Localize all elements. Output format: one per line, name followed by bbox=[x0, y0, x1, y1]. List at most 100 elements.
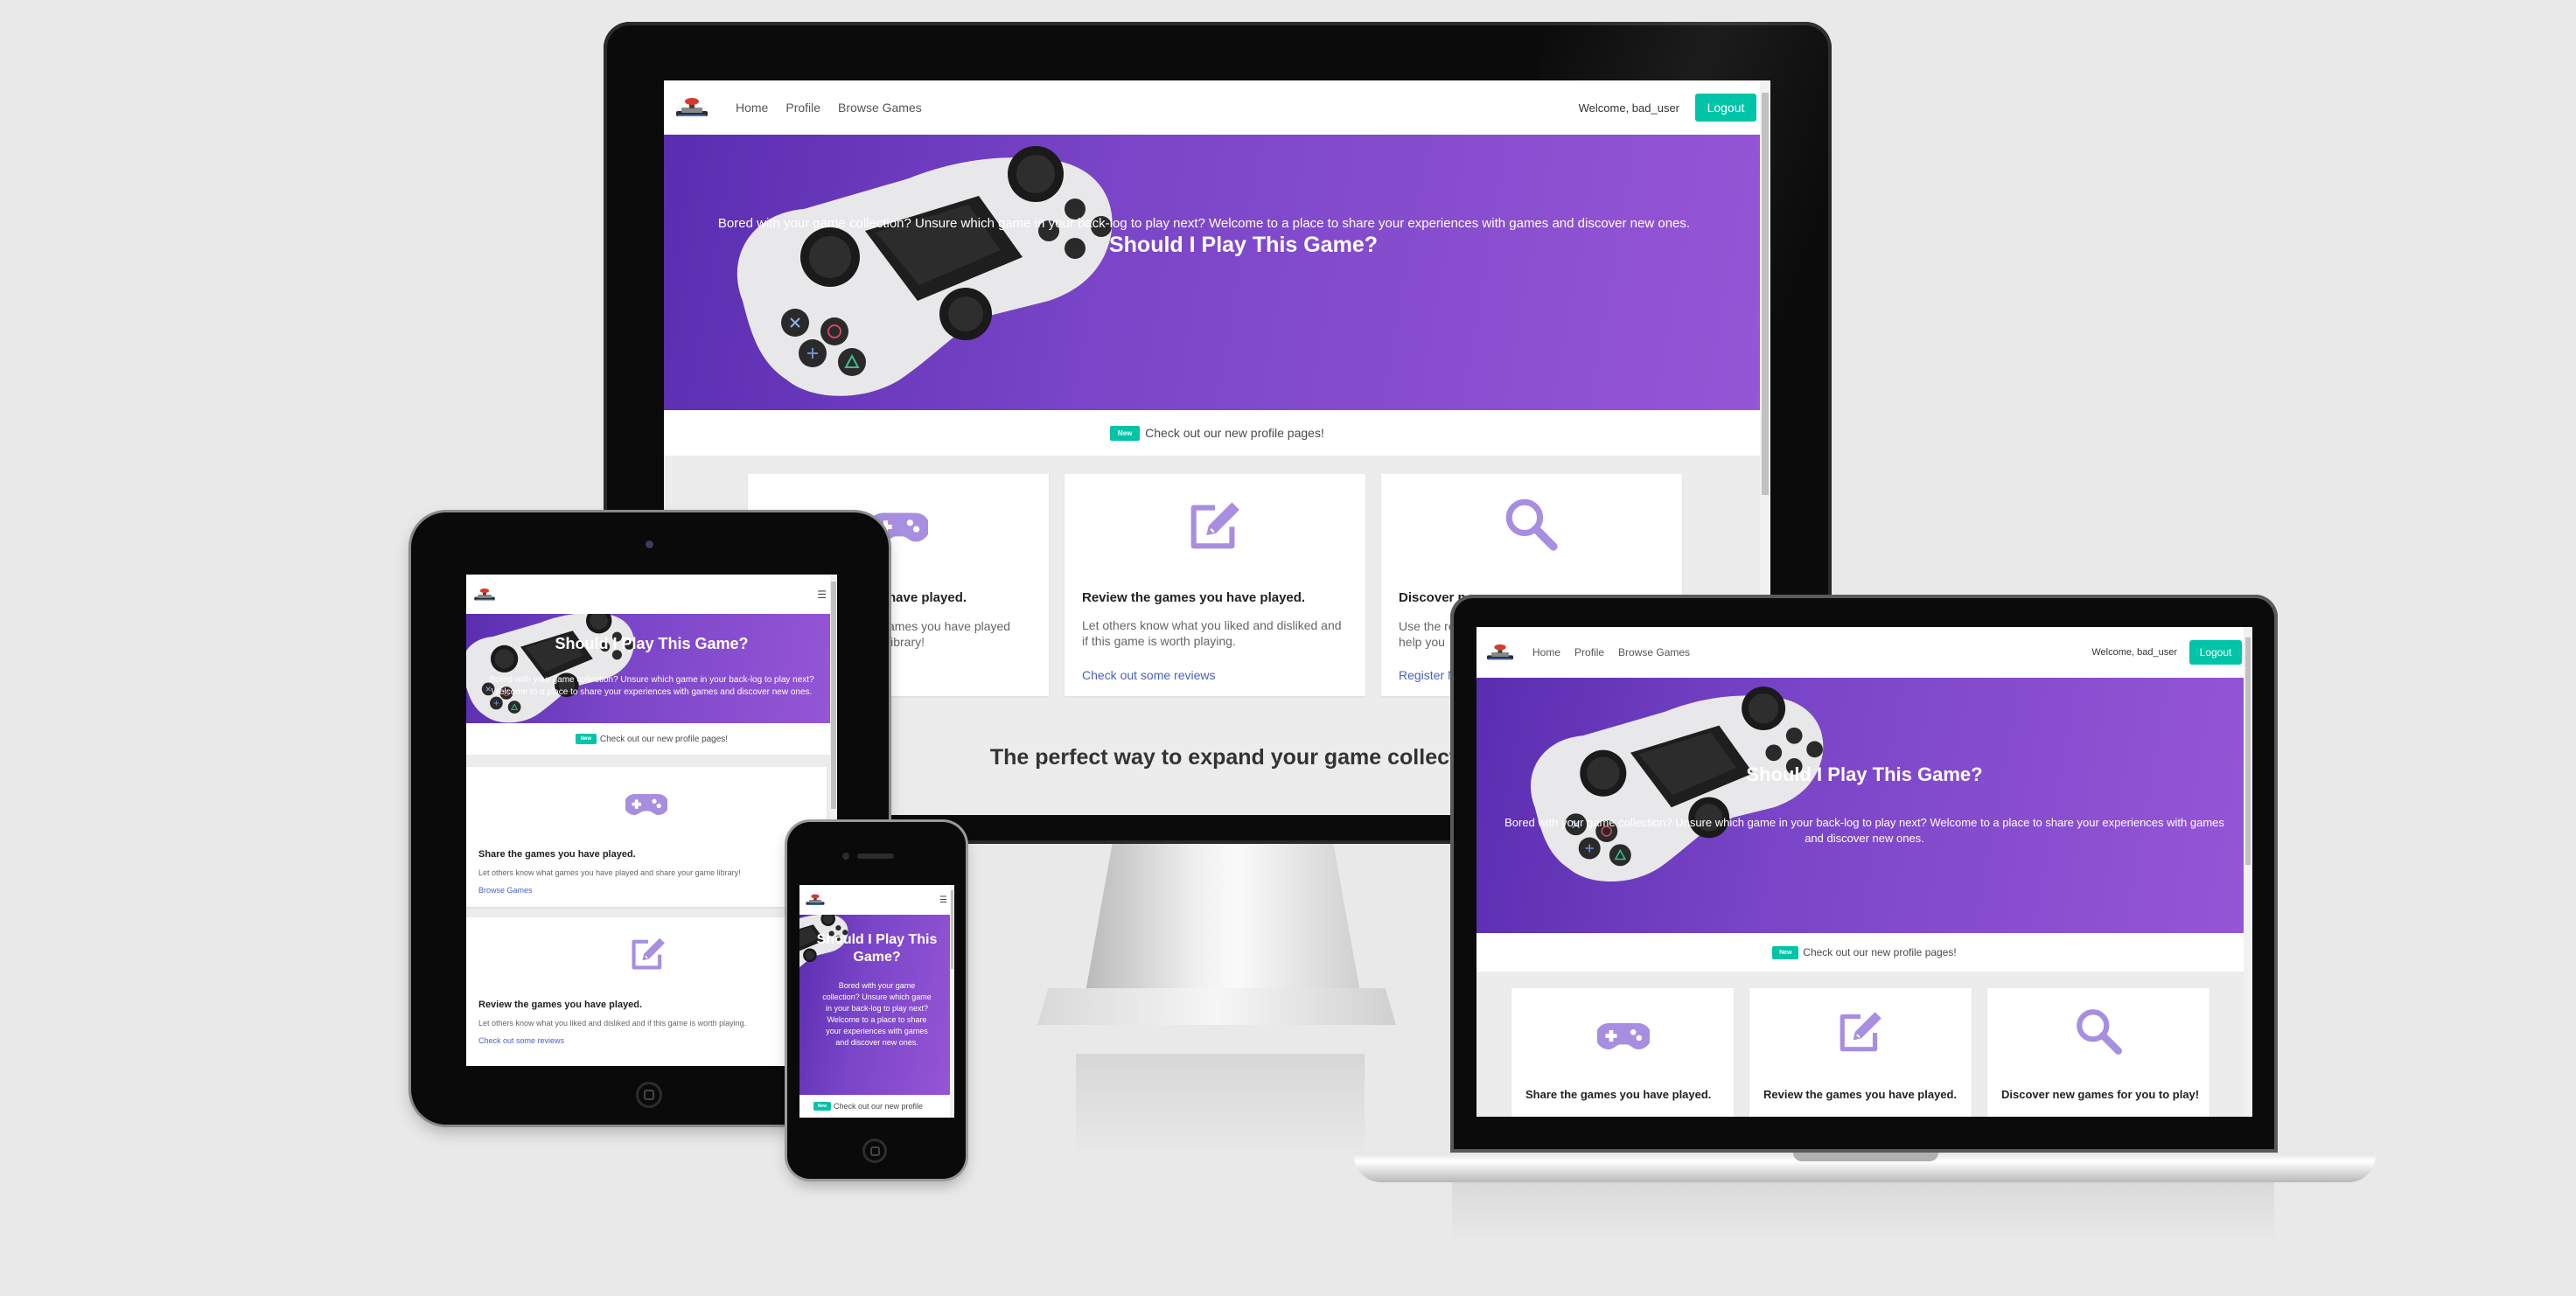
hero-subtitle: and discover new ones. bbox=[835, 1038, 918, 1047]
hero-title: Should I Play This bbox=[816, 932, 938, 947]
hero-banner: Should I Play This Game? Bored with your… bbox=[664, 135, 1770, 410]
hero-title: Game? bbox=[853, 950, 901, 965]
edit-icon bbox=[1185, 495, 1245, 554]
tablet-home-button bbox=[636, 1082, 662, 1108]
card-discover: Discover new games for you to play! bbox=[1987, 988, 2209, 1117]
hero-subtitle: and discover new ones. bbox=[1805, 832, 1924, 845]
card-title: Review the games you have played. bbox=[1763, 1088, 1958, 1101]
nav-profile-link[interactable]: Profile bbox=[1574, 646, 1604, 658]
hero-subtitle: Bored with your game collection? Unsure … bbox=[717, 216, 1691, 231]
card-title: Review the games you have played. bbox=[1082, 590, 1306, 605]
card-review: Review the games you have played. Let ot… bbox=[1065, 474, 1365, 696]
laptop-notch bbox=[1793, 1153, 1938, 1161]
hero-subtitle: your experiences with games bbox=[826, 1027, 928, 1035]
card-link[interactable]: Check out some reviews bbox=[1082, 668, 1216, 682]
site-logo-icon[interactable] bbox=[674, 97, 709, 118]
card-text: Let others know what you liked and disli… bbox=[478, 1019, 747, 1028]
gamepad-icon bbox=[625, 791, 667, 818]
new-tag: New bbox=[813, 1102, 831, 1111]
hero-banner: Should I Play This Game? Bored with your… bbox=[1476, 678, 2252, 933]
scrollbar-thumb[interactable] bbox=[951, 890, 953, 969]
hero-subtitle: collection? Unsure which game bbox=[822, 993, 932, 1001]
card-title: Review the games you have played. bbox=[478, 1000, 643, 1010]
card-title: have played. bbox=[888, 590, 967, 605]
card-title: Share the games you have played. bbox=[1525, 1088, 1712, 1101]
news-text[interactable]: Check out our new profile pages! bbox=[1803, 946, 1956, 958]
news-text[interactable]: Check out our new profile pages! bbox=[600, 735, 728, 744]
new-tag: New bbox=[1772, 945, 1799, 959]
search-icon bbox=[2073, 1006, 2124, 1056]
monitor-stand bbox=[1085, 844, 1361, 997]
card-text: Let others know what games you have play… bbox=[478, 868, 741, 877]
card-link[interactable]: Check out some reviews bbox=[478, 1036, 564, 1045]
card-text: Let others know what you liked and disli… bbox=[1082, 618, 1342, 648]
site-logo-icon[interactable] bbox=[805, 894, 826, 906]
logout-button[interactable]: Logout bbox=[1695, 94, 1756, 122]
card-title: Share the games you have played. bbox=[478, 849, 636, 860]
navbar: Home Profile Browse Games Welcome, bad_u… bbox=[664, 80, 1770, 135]
phone-home-button bbox=[862, 1139, 887, 1163]
monitor-reflection bbox=[1076, 1054, 1365, 1159]
laptop-screen: Home Profile Browse Games Welcome, bad_u… bbox=[1476, 627, 2252, 1117]
news-bar: New Check out our new profile bbox=[799, 1095, 954, 1118]
hero-subtitle: Welcome to a place to share bbox=[827, 1015, 927, 1024]
controller-image-icon bbox=[466, 614, 641, 723]
nav-home-link[interactable]: Home bbox=[1532, 646, 1560, 658]
controller-image-icon bbox=[690, 135, 1127, 406]
hero-banner: Should I Play This Game? Bored with your… bbox=[466, 614, 837, 723]
new-tag: New bbox=[1110, 425, 1141, 441]
monitor-base bbox=[1037, 988, 1396, 1025]
card-review: Review the games you have played. bbox=[1749, 988, 1972, 1117]
nav-browse-link[interactable]: Browse Games bbox=[838, 101, 922, 115]
news-text[interactable]: Check out our new profile pages! bbox=[1145, 426, 1324, 440]
mockup-scene: Home Profile Browse Games Welcome, bad_u… bbox=[0, 0, 2576, 1296]
card-share: Share the games you have played. Let oth… bbox=[466, 767, 827, 907]
menu-icon[interactable]: ☰ bbox=[817, 589, 827, 601]
phone-screen: ☰ Should I Play This Game? Bored with yo… bbox=[799, 885, 954, 1118]
nav-home-link[interactable]: Home bbox=[736, 101, 768, 115]
navbar: ☰ bbox=[799, 885, 954, 915]
card-link[interactable]: Browse Games bbox=[478, 886, 533, 895]
phone-speaker bbox=[857, 854, 894, 859]
news-bar: New Check out our new profile pages! bbox=[664, 410, 1770, 456]
welcome-text: Welcome, bad_user bbox=[2091, 647, 2177, 658]
welcome-text: Welcome, bad_user bbox=[1578, 101, 1679, 115]
news-bar: New Check out our new profile pages! bbox=[466, 723, 837, 755]
card-review: Review the games you have played. Let ot… bbox=[466, 917, 827, 1066]
news-bar: New Check out our new profile pages! bbox=[1476, 933, 2252, 972]
card-share: Share the games you have played. bbox=[1511, 988, 1734, 1117]
tablet-screen: ☰ Should I Play This Game? Bored with yo… bbox=[466, 575, 837, 1066]
scrollbar-thumb[interactable] bbox=[1762, 93, 1769, 495]
news-text[interactable]: Check out our new profile bbox=[834, 1102, 923, 1111]
hero-subtitle: Bored with your game bbox=[838, 981, 916, 990]
hero-subtitle: in your back-log to play next? bbox=[825, 1004, 929, 1013]
card-text: ames you have played bbox=[888, 619, 1011, 633]
site-logo-icon[interactable] bbox=[473, 588, 496, 602]
new-tag: New bbox=[575, 734, 597, 744]
navbar: Home Profile Browse Games Welcome, bad_u… bbox=[1476, 627, 2252, 678]
scrollbar-thumb[interactable] bbox=[2245, 638, 2251, 865]
gamepad-icon bbox=[1597, 1020, 1650, 1053]
scrollbar-thumb[interactable] bbox=[831, 582, 836, 809]
edit-icon bbox=[1835, 1006, 1886, 1056]
logout-button[interactable]: Logout bbox=[2189, 640, 2242, 665]
menu-icon[interactable]: ☰ bbox=[939, 895, 947, 905]
tablet-camera bbox=[646, 540, 653, 548]
card-text: Use the re bbox=[1399, 619, 1456, 633]
hero-title: Should I Play This Game? bbox=[555, 635, 749, 652]
phone-camera bbox=[842, 853, 849, 860]
nav-profile-link[interactable]: Profile bbox=[785, 101, 820, 115]
card-title: Discover new games for you to play! bbox=[2001, 1088, 2200, 1101]
card-link[interactable]: Register N bbox=[1399, 668, 1456, 682]
nav-browse-link[interactable]: Browse Games bbox=[1618, 646, 1690, 658]
hero-title: Should I Play This Game? bbox=[1108, 233, 1378, 257]
card-text: help you bbox=[1399, 635, 1445, 649]
hero-subtitle: Bored with your game collection? Unsure … bbox=[489, 675, 814, 685]
hero-banner: Should I Play This Game? Bored with your… bbox=[799, 915, 954, 1095]
hero-title: Should I Play This Game? bbox=[1746, 763, 1983, 785]
navbar: ☰ bbox=[466, 575, 837, 614]
hero-subtitle: Welcome to a place to share your experie… bbox=[491, 687, 813, 697]
hero-subtitle: Bored with your game collection? Unsure … bbox=[1504, 816, 2224, 829]
site-logo-icon[interactable] bbox=[1485, 644, 1515, 661]
laptop-reflection bbox=[1452, 1182, 2274, 1244]
